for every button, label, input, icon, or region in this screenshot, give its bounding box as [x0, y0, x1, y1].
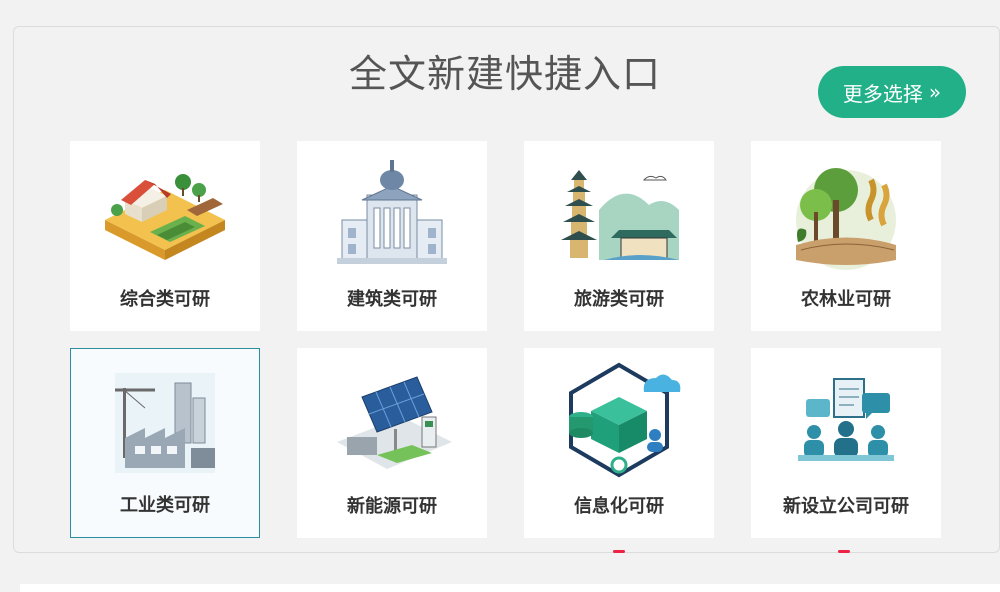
- card-label: 综合类可研: [120, 289, 210, 310]
- more-options-button[interactable]: 更多选择 »: [818, 66, 966, 118]
- government-building-icon: [317, 145, 467, 280]
- card-label: 新能源可研: [347, 496, 437, 517]
- card-label: 工业类可研: [120, 495, 210, 516]
- farm-house-icon: [90, 145, 240, 280]
- bottom-panel-edge: [20, 584, 1000, 592]
- card-label: 农林业可研: [801, 289, 891, 310]
- card-label: 建筑类可研: [347, 289, 437, 310]
- solar-panel-charger-icon: [317, 352, 467, 487]
- card-informatization[interactable]: 信息化可研: [524, 348, 714, 538]
- card-new-company[interactable]: 新设立公司可研: [751, 348, 941, 538]
- factory-crane-icon: [90, 353, 240, 488]
- decorative-dot: [613, 550, 625, 553]
- card-label: 信息化可研: [574, 496, 664, 517]
- decorative-dot: [838, 550, 850, 553]
- card-new-energy[interactable]: 新能源可研: [297, 348, 487, 538]
- more-options-label: 更多选择: [842, 81, 923, 106]
- card-construction[interactable]: 建筑类可研: [297, 141, 487, 331]
- pagoda-landscape-icon: [544, 145, 694, 280]
- double-chevron-right-icon: »: [928, 80, 942, 104]
- card-agriculture-forestry[interactable]: 农林业可研: [751, 141, 941, 331]
- business-meeting-icon: [771, 352, 921, 487]
- card-label: 旅游类可研: [574, 289, 664, 310]
- trees-wheat-icon: [771, 145, 921, 280]
- card-industrial[interactable]: 工业类可研: [70, 348, 260, 538]
- card-comprehensive[interactable]: 综合类可研: [70, 141, 260, 331]
- network-server-cloud-icon: [544, 352, 694, 487]
- card-label: 新设立公司可研: [783, 496, 909, 517]
- card-tourism[interactable]: 旅游类可研: [524, 141, 714, 331]
